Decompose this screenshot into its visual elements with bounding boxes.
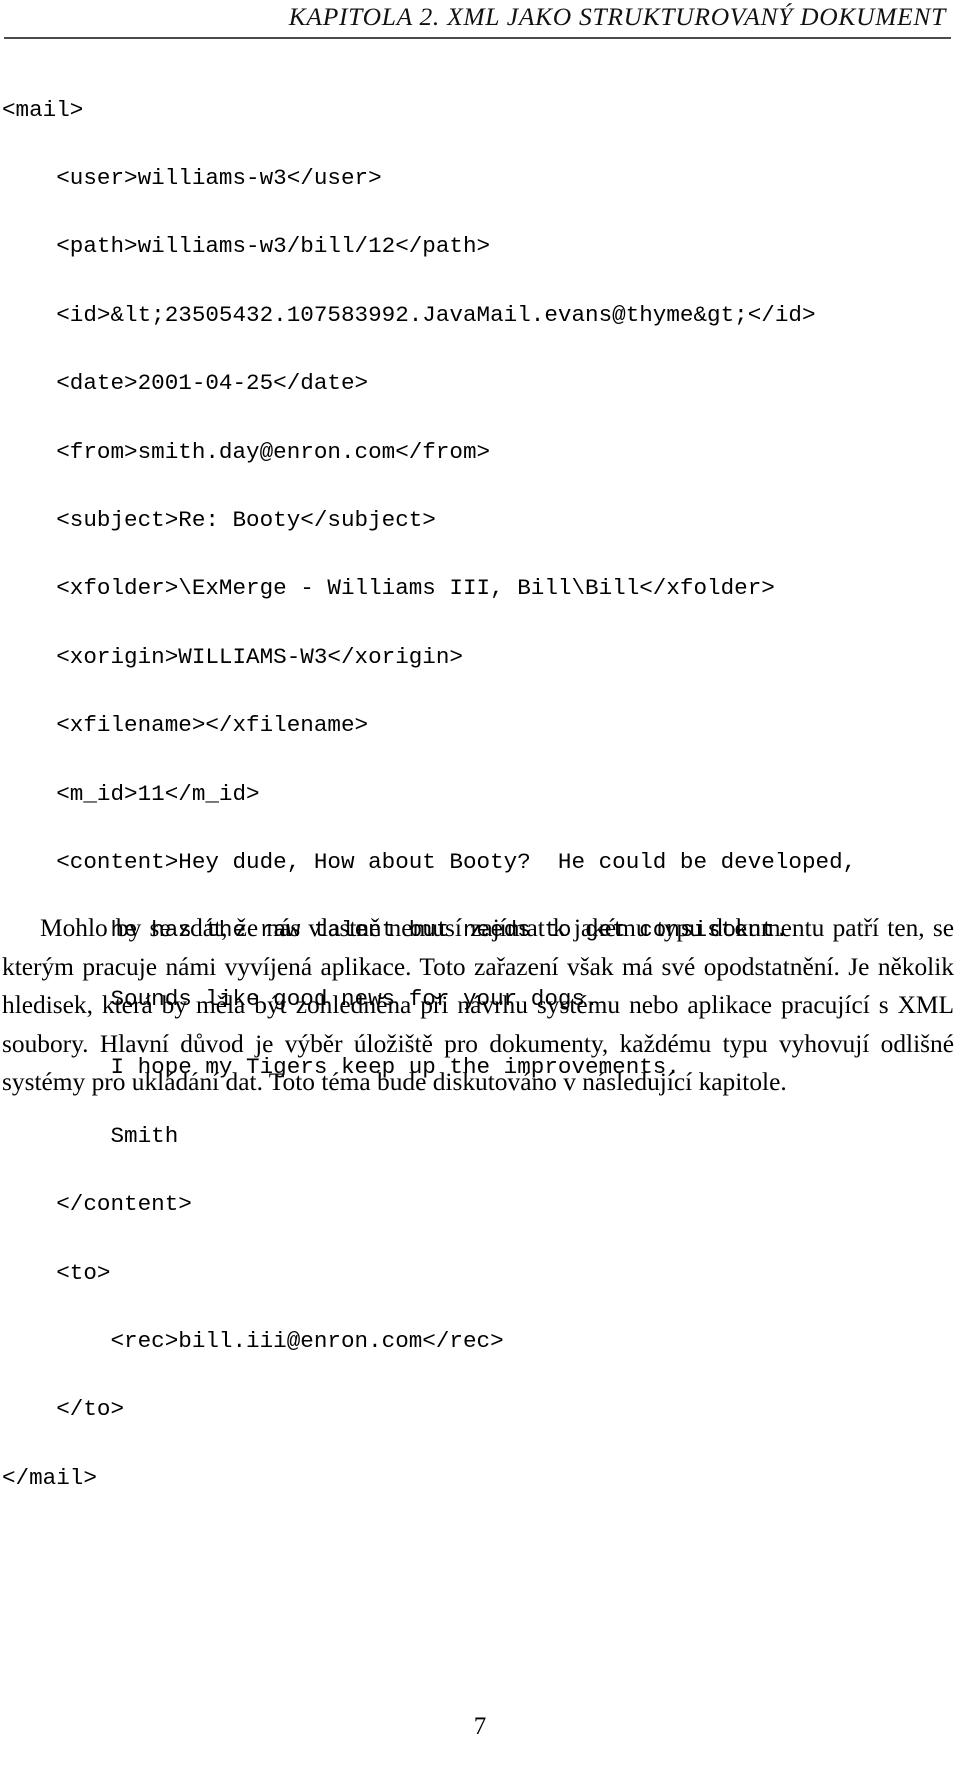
code-line: <date>2001-04-25</date> [2,370,369,397]
code-line: <xfilename></xfilename> [2,712,369,739]
document-page: KAPITOLA 2. XML JAKO STRUKTUROVANÝ DOKUM… [0,0,960,1767]
page-number: 7 [473,1713,487,1740]
code-line: <xorigin>WILLIAMS-W3</xorigin> [2,643,463,670]
code-line: <rec>bill.iii@enron.com</rec> [2,1327,504,1354]
body-paragraph: Mohlo by se zdát, že nás vlastně nemusí … [2,914,954,1097]
code-line: <content>Hey dude, How about Booty? He c… [2,849,857,876]
chapter-title: KAPITOLA 2. XML JAKO STRUKTUROVANÝ DOKUM… [288,2,946,31]
code-line: <user>williams-w3</user> [2,165,382,191]
code-line: <xfolder>\ExMerge - Williams III, Bill\B… [2,575,775,602]
code-line: <path>williams-w3/bill/12</path> [2,233,491,260]
running-header: KAPITOLA 2. XML JAKO STRUKTUROVANÝ DOKUM… [0,0,960,34]
code-line: <id>&lt;23505432.107583992.JavaMail.evan… [2,301,816,328]
code-line: <from>smith.day@enron.com</from> [2,438,491,465]
code-line: Smith [2,1122,179,1149]
code-line: </content> [2,1191,192,1218]
code-line: </to> [2,1396,125,1423]
code-line: </mail> [2,1464,97,1491]
xml-code-listing: <mail> <user>williams-w3</user> <path>wi… [2,93,958,1530]
header-divider-rule [4,37,951,39]
code-line: <to> [2,1259,111,1286]
code-line: <m_id>11</m_id> [2,780,260,807]
code-line: <mail> [2,96,84,123]
code-line: <subject>Re: Booty</subject> [2,507,436,534]
